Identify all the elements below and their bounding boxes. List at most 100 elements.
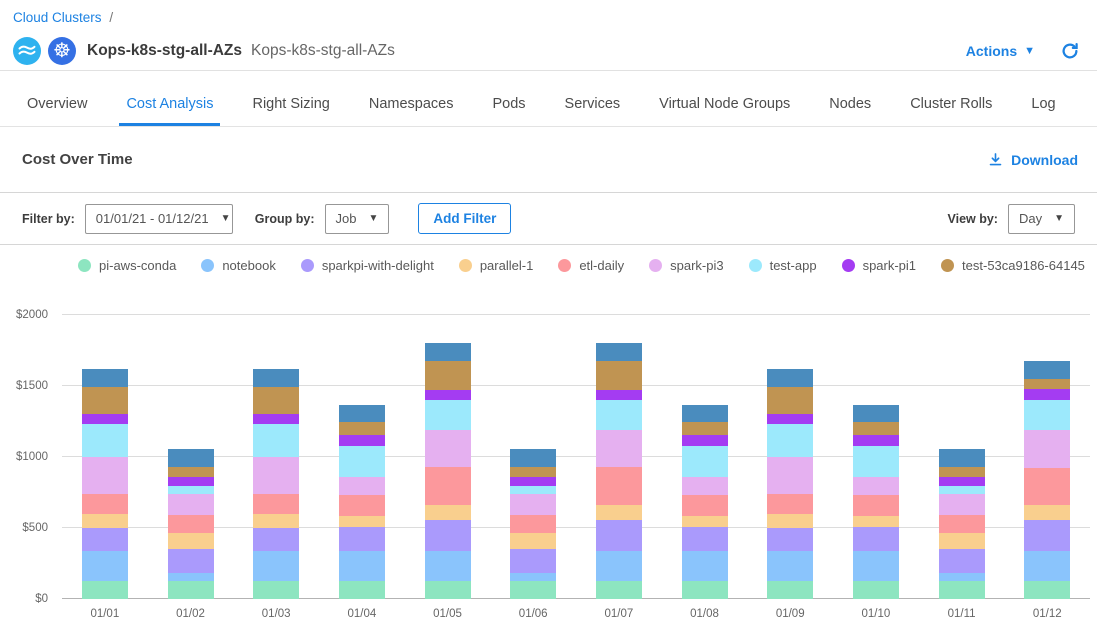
- bar-segment-test-pkix[interactable]: [168, 449, 214, 467]
- bar-segment-parallel-1[interactable]: [682, 516, 728, 527]
- bar-segment-test-pkix[interactable]: [767, 369, 813, 387]
- bar-segment-sparkpi-with-delight[interactable]: [82, 528, 128, 551]
- bar-segment-spark-pi1[interactable]: [596, 390, 642, 401]
- bar-segment-test-pkix[interactable]: [425, 343, 471, 360]
- date-range-select[interactable]: 01/01/21 - 01/12/21 ▼: [85, 204, 233, 234]
- legend-item-test-app[interactable]: test-app: [749, 258, 817, 273]
- bar-segment-sparkpi-with-delight[interactable]: [767, 528, 813, 551]
- bar-segment-test-app[interactable]: [1024, 400, 1070, 431]
- bar-segment-notebook[interactable]: [82, 551, 128, 580]
- bar-segment-etl-daily[interactable]: [596, 467, 642, 505]
- bar-segment-spark-pi1[interactable]: [1024, 389, 1070, 400]
- bar-segment-spark-pi1[interactable]: [339, 435, 385, 446]
- stacked-bar-01-09[interactable]: [767, 369, 813, 599]
- bar-segment-test-app[interactable]: [767, 424, 813, 457]
- bar-segment-sparkpi-with-delight[interactable]: [425, 520, 471, 551]
- bar-segment-notebook[interactable]: [596, 551, 642, 580]
- stacked-bar-01-03[interactable]: [253, 369, 299, 599]
- bar-segment-parallel-1[interactable]: [1024, 505, 1070, 520]
- bar-segment-test-app[interactable]: [853, 446, 899, 477]
- tab-services[interactable]: Services: [564, 86, 622, 126]
- bar-segment-pi-aws-conda[interactable]: [168, 581, 214, 599]
- bar-segment-pi-aws-conda[interactable]: [767, 581, 813, 599]
- bar-segment-notebook[interactable]: [767, 551, 813, 580]
- bar-segment-spark-pi1[interactable]: [425, 390, 471, 401]
- bar-segment-spark-pi3[interactable]: [82, 457, 128, 494]
- bar-segment-notebook[interactable]: [853, 551, 899, 580]
- bar-segment-test-app[interactable]: [510, 486, 556, 494]
- stacked-bar-01-02[interactable]: [168, 449, 214, 599]
- bar-segment-pi-aws-conda[interactable]: [682, 581, 728, 599]
- bar-segment-sparkpi-with-delight[interactable]: [853, 527, 899, 552]
- bar-segment-sparkpi-with-delight[interactable]: [596, 520, 642, 551]
- bar-segment-test-pkix[interactable]: [939, 449, 985, 467]
- bar-segment-test-pkix[interactable]: [682, 405, 728, 422]
- bar-segment-etl-daily[interactable]: [253, 494, 299, 514]
- bar-segment-test-pkix[interactable]: [1024, 361, 1070, 379]
- bar-segment-etl-daily[interactable]: [510, 515, 556, 533]
- bar-segment-etl-daily[interactable]: [82, 494, 128, 514]
- bar-segment-test-53ca9186-64145[interactable]: [767, 387, 813, 414]
- bar-segment-parallel-1[interactable]: [82, 514, 128, 528]
- bar-segment-parallel-1[interactable]: [510, 533, 556, 549]
- bar-segment-notebook[interactable]: [1024, 551, 1070, 580]
- bar-segment-test-app[interactable]: [596, 400, 642, 430]
- bar-segment-sparkpi-with-delight[interactable]: [510, 549, 556, 573]
- bar-segment-spark-pi3[interactable]: [853, 477, 899, 495]
- bar-segment-parallel-1[interactable]: [253, 514, 299, 528]
- bar-segment-sparkpi-with-delight[interactable]: [682, 527, 728, 552]
- bar-segment-spark-pi1[interactable]: [939, 477, 985, 486]
- bar-segment-parallel-1[interactable]: [339, 516, 385, 527]
- bar-segment-pi-aws-conda[interactable]: [253, 581, 299, 599]
- tab-nodes[interactable]: Nodes: [828, 86, 872, 126]
- breadcrumb-link-cloud-clusters[interactable]: Cloud Clusters: [13, 10, 102, 25]
- bar-segment-etl-daily[interactable]: [1024, 468, 1070, 504]
- bar-segment-sparkpi-with-delight[interactable]: [1024, 520, 1070, 552]
- add-filter-button[interactable]: Add Filter: [418, 203, 511, 234]
- tab-log[interactable]: Log: [1030, 86, 1056, 126]
- bar-segment-etl-daily[interactable]: [425, 467, 471, 505]
- bar-segment-etl-daily[interactable]: [853, 495, 899, 516]
- bar-segment-test-53ca9186-64145[interactable]: [168, 467, 214, 477]
- bar-segment-spark-pi3[interactable]: [596, 430, 642, 467]
- tab-pods[interactable]: Pods: [491, 86, 526, 126]
- tab-right-sizing[interactable]: Right Sizing: [251, 86, 330, 126]
- bar-segment-pi-aws-conda[interactable]: [1024, 581, 1070, 599]
- bar-segment-pi-aws-conda[interactable]: [853, 581, 899, 599]
- legend-item-spark-pi1[interactable]: spark-pi1: [842, 258, 916, 273]
- view-by-select[interactable]: Day ▼: [1008, 204, 1075, 234]
- bar-segment-test-pkix[interactable]: [853, 405, 899, 422]
- bar-segment-test-pkix[interactable]: [82, 369, 128, 387]
- bar-segment-pi-aws-conda[interactable]: [82, 581, 128, 599]
- bar-segment-parallel-1[interactable]: [596, 505, 642, 521]
- bar-segment-sparkpi-with-delight[interactable]: [939, 549, 985, 573]
- bar-segment-sparkpi-with-delight[interactable]: [253, 528, 299, 551]
- bar-segment-parallel-1[interactable]: [767, 514, 813, 528]
- tab-overview[interactable]: Overview: [26, 86, 88, 126]
- legend-item-test-53ca9186-64145[interactable]: test-53ca9186-64145: [941, 258, 1085, 273]
- bar-segment-etl-daily[interactable]: [682, 495, 728, 516]
- bar-segment-notebook[interactable]: [168, 573, 214, 581]
- bar-segment-test-53ca9186-64145[interactable]: [253, 387, 299, 414]
- bar-segment-spark-pi3[interactable]: [1024, 430, 1070, 468]
- legend-item-etl-daily[interactable]: etl-daily: [558, 258, 624, 273]
- bar-segment-spark-pi3[interactable]: [168, 494, 214, 515]
- bar-segment-test-53ca9186-64145[interactable]: [853, 422, 899, 435]
- stacked-bar-01-04[interactable]: [339, 405, 385, 599]
- bar-segment-test-53ca9186-64145[interactable]: [682, 422, 728, 435]
- bar-segment-test-app[interactable]: [82, 424, 128, 457]
- bar-segment-parallel-1[interactable]: [168, 533, 214, 549]
- refresh-icon[interactable]: [1061, 42, 1079, 60]
- bar-segment-etl-daily[interactable]: [339, 495, 385, 516]
- tab-cluster-rolls[interactable]: Cluster Rolls: [909, 86, 993, 126]
- bar-segment-test-53ca9186-64145[interactable]: [339, 422, 385, 435]
- legend-item-notebook[interactable]: notebook: [201, 258, 276, 273]
- bar-segment-spark-pi3[interactable]: [425, 430, 471, 467]
- bar-segment-notebook[interactable]: [682, 551, 728, 580]
- bar-segment-spark-pi3[interactable]: [253, 457, 299, 494]
- bar-segment-spark-pi3[interactable]: [939, 494, 985, 515]
- stacked-bar-01-08[interactable]: [682, 405, 728, 599]
- bar-segment-parallel-1[interactable]: [853, 516, 899, 527]
- bar-segment-test-pkix[interactable]: [339, 405, 385, 422]
- bar-segment-test-53ca9186-64145[interactable]: [510, 467, 556, 477]
